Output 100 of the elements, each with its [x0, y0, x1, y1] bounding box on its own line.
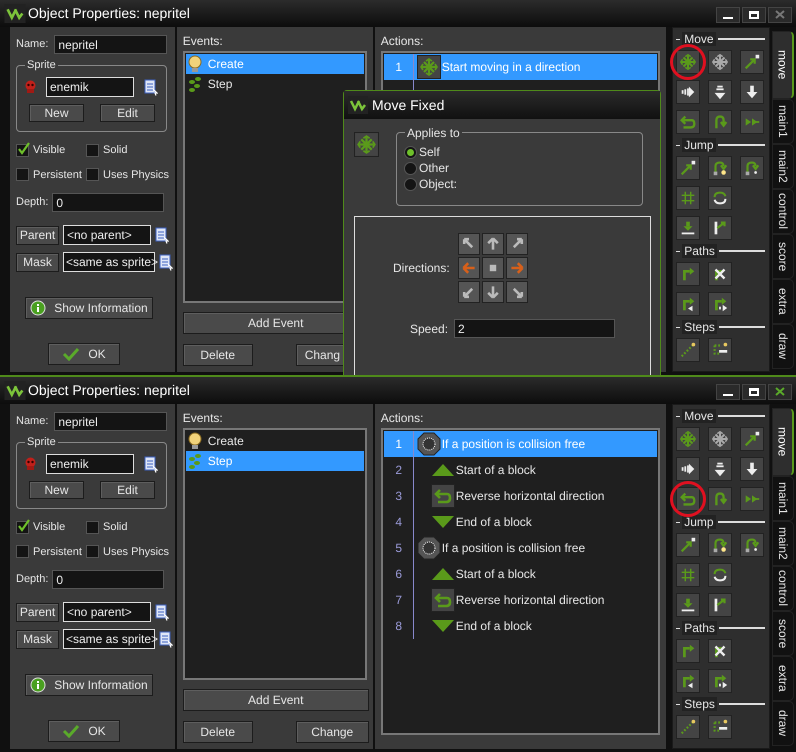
- radio-button[interactable]: [404, 146, 417, 158]
- action-item[interactable]: 7 Reverse horizontal direction: [384, 587, 658, 613]
- palette-button[interactable]: [708, 669, 732, 693]
- side-tab[interactable]: move: [772, 408, 794, 476]
- event-item[interactable]: Step: [186, 74, 364, 94]
- palette-button[interactable]: [708, 639, 732, 663]
- side-tab[interactable]: score: [772, 611, 794, 656]
- checkbox[interactable]: [16, 144, 29, 157]
- palette-button[interactable]: [708, 156, 732, 180]
- checkbox[interactable]: [16, 545, 29, 558]
- sprite-field[interactable]: enemik: [46, 77, 134, 97]
- palette-button[interactable]: [740, 80, 764, 104]
- direction-button[interactable]: [506, 281, 528, 303]
- palette-button[interactable]: [708, 186, 732, 210]
- direction-button[interactable]: [506, 233, 528, 255]
- direction-button[interactable]: [506, 257, 528, 279]
- palette-button[interactable]: [676, 593, 700, 617]
- palette-button[interactable]: [708, 80, 732, 104]
- palette-button[interactable]: [740, 427, 764, 451]
- parent-field[interactable]: <no parent>: [63, 225, 151, 245]
- change-button[interactable]: Change: [296, 721, 369, 743]
- direction-button[interactable]: [482, 233, 504, 255]
- close-button[interactable]: [768, 6, 792, 22]
- parent-button[interactable]: Parent: [16, 602, 59, 622]
- browse-icon[interactable]: [144, 456, 158, 472]
- side-tab[interactable]: draw: [772, 701, 794, 746]
- new-button[interactable]: New: [29, 481, 84, 499]
- palette-button[interactable]: [676, 292, 700, 316]
- side-tab[interactable]: control: [772, 566, 794, 611]
- minimize-button[interactable]: [716, 384, 740, 400]
- action-item[interactable]: 5 If a position is collision free: [384, 535, 658, 561]
- name-field[interactable]: nepritel: [54, 35, 168, 54]
- side-tab[interactable]: main2: [772, 521, 794, 566]
- maximize-button[interactable]: [742, 6, 766, 22]
- speed-field[interactable]: 2: [454, 319, 616, 338]
- direction-button[interactable]: [482, 281, 504, 303]
- direction-button[interactable]: [458, 281, 480, 303]
- palette-button[interactable]: [708, 50, 732, 74]
- palette-button[interactable]: [708, 292, 732, 316]
- edit-button[interactable]: Edit: [100, 481, 155, 499]
- ok-button[interactable]: OK: [48, 343, 120, 365]
- palette-button[interactable]: [708, 427, 732, 451]
- side-tab[interactable]: score: [772, 234, 794, 279]
- event-item[interactable]: Create: [186, 431, 364, 451]
- checkbox[interactable]: [86, 168, 99, 182]
- palette-button[interactable]: [740, 50, 764, 74]
- side-tab[interactable]: extra: [772, 279, 794, 324]
- browse-icon[interactable]: [155, 226, 169, 244]
- palette-button[interactable]: [740, 533, 764, 557]
- browse-icon[interactable]: [159, 630, 173, 648]
- delete-button[interactable]: Delete: [182, 344, 253, 366]
- direction-button[interactable]: [482, 257, 504, 279]
- action-item[interactable]: 4 End of a block: [384, 509, 658, 535]
- show-information-button[interactable]: Show Information: [25, 674, 153, 696]
- palette-button[interactable]: [740, 156, 764, 180]
- side-tab[interactable]: main2: [772, 144, 794, 189]
- side-tab[interactable]: main1: [772, 476, 794, 521]
- ok-button[interactable]: OK: [48, 720, 120, 742]
- action-item[interactable]: 2 Start of a block: [384, 457, 658, 483]
- browse-icon[interactable]: [144, 78, 158, 96]
- depth-field[interactable]: 0: [52, 570, 164, 589]
- delete-button[interactable]: Delete: [182, 721, 253, 743]
- checkbox[interactable]: [86, 144, 99, 157]
- direction-button[interactable]: [458, 233, 480, 255]
- browse-icon[interactable]: [159, 254, 173, 270]
- show-information-button[interactable]: Show Information: [25, 297, 153, 319]
- action-item[interactable]: 8 End of a block: [384, 613, 658, 639]
- action-item[interactable]: 3 Reverse horizontal direction: [384, 483, 658, 509]
- direction-button[interactable]: [458, 257, 480, 279]
- checkbox[interactable]: [16, 520, 29, 534]
- add-event-button[interactable]: Add Event: [182, 689, 369, 711]
- palette-button[interactable]: [708, 715, 732, 739]
- side-tab[interactable]: control: [772, 189, 794, 234]
- depth-field[interactable]: 0: [52, 193, 164, 212]
- name-field[interactable]: nepritel: [54, 412, 168, 431]
- side-tab[interactable]: draw: [772, 324, 794, 369]
- palette-button[interactable]: [676, 216, 700, 240]
- palette-button[interactable]: [708, 563, 732, 587]
- palette-button[interactable]: [676, 80, 700, 104]
- sprite-field[interactable]: enemik: [46, 454, 134, 474]
- palette-button[interactable]: [708, 338, 732, 362]
- parent-field[interactable]: <no parent>: [63, 602, 151, 622]
- close-button[interactable]: [768, 384, 792, 400]
- maximize-button[interactable]: [742, 384, 766, 400]
- checkbox[interactable]: [86, 545, 99, 558]
- new-button[interactable]: New: [29, 104, 84, 122]
- edit-button[interactable]: Edit: [100, 104, 155, 122]
- palette-button[interactable]: [676, 533, 700, 557]
- radio-button[interactable]: [404, 162, 417, 174]
- palette-button[interactable]: [676, 669, 700, 693]
- palette-button[interactable]: [708, 457, 732, 481]
- action-item[interactable]: 6 Start of a block: [384, 561, 658, 587]
- mask-button[interactable]: Mask: [16, 252, 59, 272]
- parent-button[interactable]: Parent: [16, 226, 59, 244]
- side-tab[interactable]: move: [772, 31, 794, 99]
- palette-button[interactable]: [708, 533, 732, 557]
- palette-button[interactable]: [708, 262, 732, 286]
- palette-button[interactable]: [708, 593, 732, 617]
- browse-icon[interactable]: [155, 604, 169, 620]
- palette-button[interactable]: [676, 156, 700, 180]
